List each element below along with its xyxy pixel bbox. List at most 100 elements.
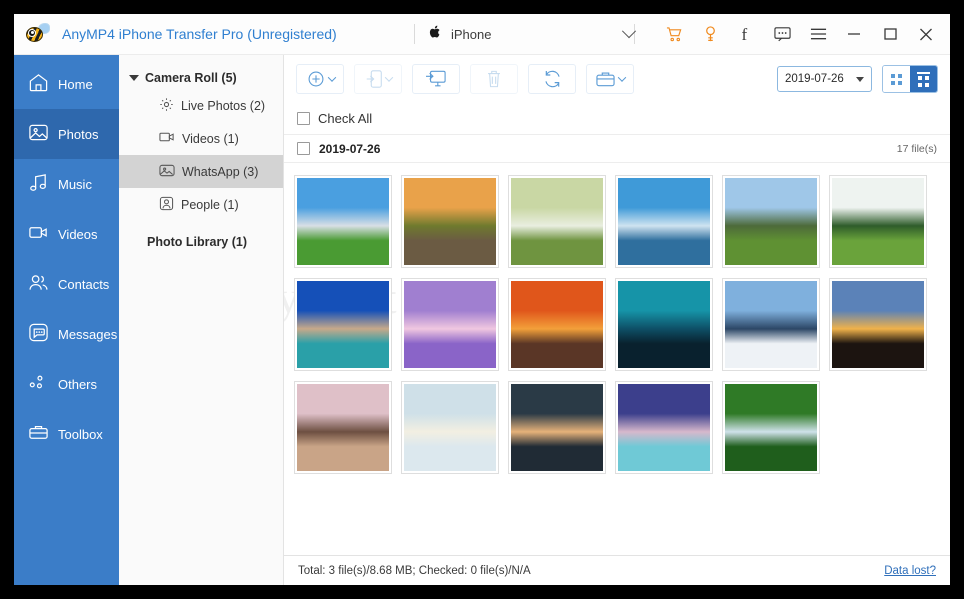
tree-item-whatsapp[interactable]: WhatsApp (3)	[119, 155, 283, 188]
thumbnail-item[interactable]	[829, 278, 927, 371]
tree-item-videos[interactable]: Videos (1)	[119, 122, 283, 155]
thumbnail-item[interactable]	[401, 278, 499, 371]
thumbnail-image	[404, 178, 496, 265]
refresh-button[interactable]	[528, 64, 576, 94]
key-icon[interactable]	[700, 24, 720, 44]
thumbnail-item[interactable]	[294, 381, 392, 474]
thumbnail-item[interactable]	[401, 381, 499, 474]
svg-text:f: f	[741, 25, 747, 43]
feedback-icon[interactable]	[772, 24, 792, 44]
thumbnail-item[interactable]	[829, 175, 927, 268]
thumbnail-item[interactable]	[401, 175, 499, 268]
export-to-pc-button[interactable]	[412, 64, 460, 94]
thumbnail-image	[511, 384, 603, 471]
tree-item-label: People (1)	[181, 197, 239, 212]
bee-logo-icon	[26, 23, 50, 45]
check-all-checkbox[interactable]	[297, 112, 310, 125]
device-selector[interactable]: iPhone	[429, 24, 637, 44]
sidebar-item-label: Messages	[58, 326, 118, 342]
window-actions: f	[664, 24, 950, 44]
data-lost-link[interactable]: Data lost?	[884, 565, 936, 577]
sidebar-item-contacts[interactable]: Contacts	[14, 259, 119, 309]
chevron-down-icon	[384, 73, 393, 82]
delete-button[interactable]	[470, 64, 518, 94]
thumbnail-image	[404, 384, 496, 471]
tree-item-camera-roll[interactable]: Camera Roll (5)	[119, 67, 283, 89]
toolbox-button[interactable]	[586, 64, 634, 94]
thumbnail-item[interactable]	[722, 175, 820, 268]
photo-icon	[159, 163, 175, 181]
thumbnail-image	[618, 384, 710, 471]
thumbnail-item[interactable]	[508, 381, 606, 474]
thumbnail-item[interactable]	[722, 278, 820, 371]
sidebar-item-music[interactable]: Music	[14, 159, 119, 209]
sidebar-item-messages[interactable]: Messages	[14, 309, 119, 359]
thumbnail-item[interactable]	[615, 381, 713, 474]
chevron-down-icon	[617, 73, 627, 82]
tree-item-label: Camera Roll (5)	[145, 71, 237, 85]
content-toolbar: 2019-07-26	[284, 55, 950, 103]
tree-item-people[interactable]: People (1)	[119, 188, 283, 221]
check-all-row[interactable]: Check All	[284, 103, 950, 135]
thumbnail-item[interactable]	[294, 278, 392, 371]
thumbnail-grid	[294, 175, 940, 474]
toolbar-right-group: 2019-07-26	[777, 65, 938, 93]
content-panel: 2019-07-26 Check All 2019-07-26 17 file(…	[284, 55, 950, 585]
sidebar-item-label: Toolbox	[58, 426, 103, 442]
menu-icon[interactable]	[808, 24, 828, 44]
maximize-icon[interactable]	[880, 24, 900, 44]
thumbnail-image	[725, 384, 817, 471]
grouped-grid-view-button[interactable]	[910, 66, 937, 92]
sidebar-item-photos[interactable]: Photos	[14, 109, 119, 159]
close-icon[interactable]	[916, 24, 936, 44]
date-filter-select[interactable]: 2019-07-26	[777, 66, 872, 92]
tree-item-label: Live Photos (2)	[181, 98, 266, 113]
sidebar-item-label: Others	[58, 376, 98, 392]
messages-icon	[28, 322, 49, 346]
date-filter-value: 2019-07-26	[785, 73, 844, 85]
minimize-icon[interactable]	[844, 24, 864, 44]
sidebar-item-label: Music	[58, 176, 92, 192]
facebook-icon[interactable]: f	[736, 24, 756, 44]
cart-icon[interactable]	[664, 24, 684, 44]
photos-icon	[28, 122, 49, 146]
group-checkbox[interactable]	[297, 142, 310, 155]
grouped-grid-icon	[917, 71, 930, 87]
thumbnail-image	[832, 178, 924, 265]
group-header[interactable]: 2019-07-26 17 file(s)	[284, 135, 950, 163]
thumbnail-image	[297, 178, 389, 265]
export-to-device-button[interactable]	[354, 64, 402, 94]
thumbnail-item[interactable]	[615, 175, 713, 268]
main-body: Home Photos Music Videos Contacts Messag…	[14, 55, 950, 585]
grid-view-button[interactable]	[883, 66, 910, 92]
chevron-down-icon	[327, 73, 336, 82]
thumbnail-item[interactable]	[508, 278, 606, 371]
thumbnail-item[interactable]	[722, 381, 820, 474]
status-summary: Total: 3 file(s)/8.68 MB; Checked: 0 fil…	[298, 564, 531, 577]
thumbnail-image	[297, 281, 389, 368]
sidebar-item-others[interactable]: Others	[14, 359, 119, 409]
add-button[interactable]	[296, 64, 344, 94]
thumbnail-item[interactable]	[294, 175, 392, 268]
others-icon	[28, 372, 49, 396]
tree-item-live-photos[interactable]: Live Photos (2)	[119, 89, 283, 122]
tree-item-photo-library[interactable]: Photo Library (1)	[119, 221, 283, 253]
music-icon	[28, 172, 49, 196]
check-all-label: Check All	[318, 111, 373, 126]
live-photo-icon	[159, 97, 174, 115]
device-name: iPhone	[451, 26, 492, 42]
thumbnail-item[interactable]	[508, 175, 606, 268]
apple-icon	[429, 24, 442, 44]
sidebar-item-toolbox[interactable]: Toolbox	[14, 409, 119, 459]
sidebar-item-home[interactable]: Home	[14, 59, 119, 109]
title-divider	[414, 24, 415, 44]
tree-item-label: Photo Library (1)	[147, 235, 248, 249]
status-bar: Total: 3 file(s)/8.68 MB; Checked: 0 fil…	[284, 555, 950, 585]
thumbnail-item[interactable]	[615, 278, 713, 371]
thumbnail-image	[511, 178, 603, 265]
app-title: AnyMP4 iPhone Transfer Pro (Unregistered…	[62, 26, 337, 42]
sidebar-item-videos[interactable]: Videos	[14, 209, 119, 259]
caret-down-icon[interactable]	[129, 75, 139, 81]
brand-area: AnyMP4 iPhone Transfer Pro (Unregistered…	[14, 23, 414, 45]
tree-item-label: WhatsApp (3)	[182, 164, 259, 179]
